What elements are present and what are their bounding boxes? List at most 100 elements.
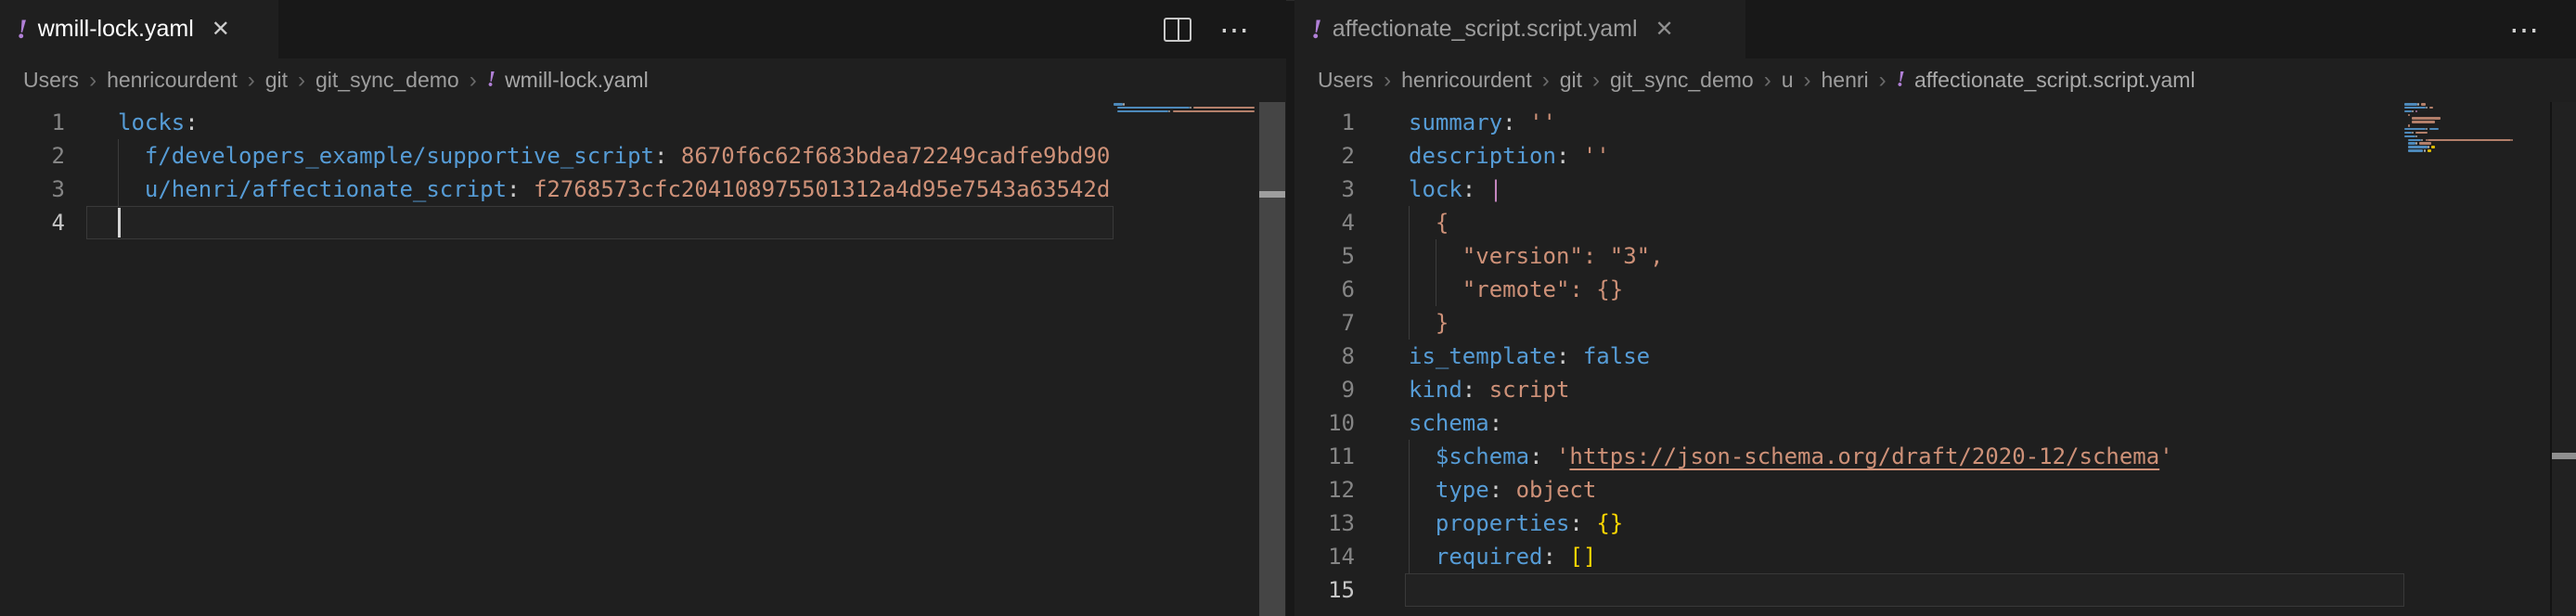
line-number[interactable]: 1 bbox=[1294, 106, 1355, 139]
line-number[interactable]: 8 bbox=[1294, 340, 1355, 373]
line-number[interactable]: 11 bbox=[1294, 440, 1355, 473]
split-editor-icon[interactable] bbox=[1164, 18, 1191, 42]
tab-wmill-lock-yaml[interactable]: ! wmill-lock.yaml ✕ bbox=[0, 0, 278, 58]
minimap-line bbox=[2408, 124, 2410, 127]
line-number[interactable]: 3 bbox=[0, 173, 65, 206]
line-number[interactable]: 15 bbox=[1294, 573, 1355, 607]
line-number[interactable]: 2 bbox=[1294, 139, 1355, 173]
line-number[interactable]: 2 bbox=[0, 139, 65, 173]
line-number[interactable]: 14 bbox=[1294, 540, 1355, 573]
editor-right[interactable]: 1 summary: '' 2 description: ''3lock: |4 {5… bbox=[1294, 102, 2576, 616]
line-number[interactable]: 5 bbox=[1294, 239, 1355, 273]
breadcrumb-segment[interactable]: Users bbox=[1318, 68, 1373, 93]
code-row: 5 "version": "3", bbox=[1294, 239, 2404, 273]
code-text: u/henri/affectionate_script: f2768573cfc… bbox=[118, 173, 1110, 206]
code-row: 3 u/henri/affectionate_script: f2768573c… bbox=[0, 173, 1114, 206]
code-area[interactable]: 1 summary: '' 2 description: ''3lock: |4 {5… bbox=[1294, 102, 2404, 616]
line-number[interactable]: 13 bbox=[1294, 507, 1355, 540]
chevron-right-icon: › bbox=[470, 68, 477, 94]
vertical-scrollbar[interactable] bbox=[1259, 102, 1285, 616]
minimap-line bbox=[2415, 132, 2427, 135]
breadcrumb-file[interactable]: affectionate_script.script.yaml bbox=[1914, 68, 2196, 93]
chevron-right-icon: › bbox=[1879, 68, 1887, 94]
code-row: 4 { bbox=[1294, 206, 2404, 239]
editor-group-left: ! wmill-lock.yaml ✕ ⋯ Users › henricourden… bbox=[0, 0, 1286, 616]
code-text: } bbox=[1409, 306, 1449, 340]
editor-left[interactable]: 1locks:2 f/developers_example/supportive… bbox=[0, 102, 1286, 616]
line-number[interactable]: 10 bbox=[1294, 406, 1355, 440]
more-actions-icon[interactable]: ⋯ bbox=[1219, 15, 1251, 45]
line-number[interactable]: 4 bbox=[0, 206, 65, 239]
breadcrumb-segment[interactable]: git_sync_demo bbox=[316, 68, 459, 93]
minimap-line bbox=[2404, 103, 2417, 106]
line-number[interactable]: 1 bbox=[0, 106, 65, 139]
breadcrumb-segment[interactable]: henricourdent bbox=[1401, 68, 1532, 93]
minimap-line bbox=[2419, 142, 2430, 145]
line-number[interactable]: 3 bbox=[1294, 173, 1355, 206]
line-number[interactable]: 4 bbox=[1294, 206, 1355, 239]
code-area[interactable]: 1locks:2 f/developers_example/supportive… bbox=[0, 102, 1114, 616]
close-icon[interactable]: ✕ bbox=[1655, 16, 1674, 43]
minimap-line bbox=[2412, 117, 2441, 120]
cursor-overview-decoration bbox=[1259, 191, 1285, 198]
minimap-line bbox=[2408, 139, 2421, 142]
breadcrumb-segment[interactable]: henri bbox=[1822, 68, 1869, 93]
minimap-line bbox=[2404, 132, 2412, 135]
breadcrumb-segment[interactable]: git bbox=[1560, 68, 1582, 93]
editor-group-right: ! affectionate_script.script.yaml ✕ ⋯ Us… bbox=[1294, 0, 2576, 616]
code-row: 9 kind: script bbox=[1294, 373, 2404, 406]
yaml-file-icon: ! bbox=[17, 16, 28, 44]
minimap[interactable] bbox=[1114, 102, 1259, 616]
code-text: description: '' bbox=[1409, 139, 1610, 173]
code-text: locks: bbox=[118, 106, 199, 139]
minimap-line bbox=[1123, 103, 1125, 106]
minimap-line bbox=[2415, 135, 2417, 138]
minimap-line bbox=[2421, 103, 2425, 106]
chevron-right-icon: › bbox=[298, 68, 305, 94]
chevron-right-icon: › bbox=[1384, 68, 1391, 94]
editor-actions-right: ⋯ bbox=[2509, 0, 2576, 58]
code-row: 3lock: | bbox=[1294, 173, 2404, 206]
tab-affectionate-script-yaml[interactable]: ! affectionate_script.script.yaml ✕ bbox=[1294, 0, 1745, 58]
vscode-window: ! wmill-lock.yaml ✕ ⋯ Users › henricourden… bbox=[0, 0, 2576, 616]
line-number[interactable]: 9 bbox=[1294, 373, 1355, 406]
minimap-line bbox=[2431, 146, 2435, 148]
minimap[interactable] bbox=[2404, 102, 2550, 616]
code-row: 7 } bbox=[1294, 306, 2404, 340]
minimap-line bbox=[2412, 110, 2414, 113]
tab-bar-right: ! affectionate_script.script.yaml ✕ ⋯ bbox=[1294, 0, 2576, 58]
minimap-line bbox=[1173, 110, 1255, 113]
code-text: summary: '' bbox=[1409, 106, 1556, 139]
minimap-line bbox=[2426, 128, 2428, 131]
code-row: 14 required: [] bbox=[1294, 540, 2404, 573]
breadcrumb-segment[interactable]: u bbox=[1782, 68, 1794, 93]
yaml-file-icon: ! bbox=[1311, 16, 1322, 44]
chevron-right-icon: › bbox=[89, 68, 97, 94]
breadcrumb-file[interactable]: wmill-lock.yaml bbox=[505, 68, 649, 93]
line-number[interactable]: 7 bbox=[1294, 306, 1355, 340]
line-number[interactable]: 12 bbox=[1294, 473, 1355, 507]
code-row: 12 type: object bbox=[1294, 473, 2404, 507]
code-text: kind: script bbox=[1409, 373, 1569, 406]
vertical-scrollbar[interactable] bbox=[2550, 102, 2576, 616]
minimap-line bbox=[2404, 110, 2412, 113]
code-text: $schema: 'https://json-schema.org/draft/… bbox=[1409, 440, 2173, 473]
breadcrumb-segment[interactable]: henricourdent bbox=[107, 68, 238, 93]
chevron-right-icon: › bbox=[1804, 68, 1811, 94]
minimap-line bbox=[2415, 110, 2417, 113]
minimap-line bbox=[2408, 142, 2415, 145]
line-number[interactable]: 6 bbox=[1294, 273, 1355, 306]
breadcrumb-right[interactable]: Users›henricourdent›git›git_sync_demo›u›… bbox=[1294, 58, 2576, 102]
close-icon[interactable]: ✕ bbox=[212, 16, 230, 43]
code-row: 15 bbox=[1294, 573, 2404, 607]
code-text: schema: bbox=[1409, 406, 1502, 440]
more-actions-icon[interactable]: ⋯ bbox=[2509, 15, 2541, 45]
breadcrumb-segment[interactable]: git_sync_demo bbox=[1610, 68, 1754, 93]
minimap-line bbox=[1117, 107, 1190, 109]
breadcrumb-segment[interactable]: Users bbox=[23, 68, 79, 93]
breadcrumb-segment[interactable]: git bbox=[265, 68, 288, 93]
minimap-line bbox=[2408, 146, 2428, 148]
code-row: 10 schema: bbox=[1294, 406, 2404, 440]
tab-label: wmill-lock.yaml bbox=[38, 16, 194, 43]
breadcrumb-left[interactable]: Users›henricourdent›git›git_sync_demo›!w… bbox=[0, 58, 1286, 102]
